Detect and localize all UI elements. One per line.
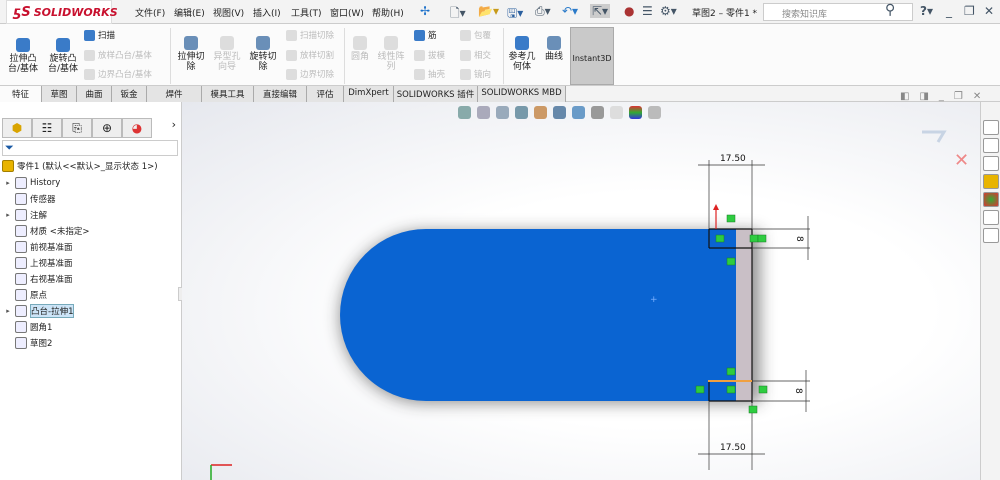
forum-icon[interactable] — [982, 228, 999, 243]
sketch-canvas: 17.50 17.50 8 8 + ✕ — [210, 130, 969, 480]
home-icon[interactable] — [982, 120, 999, 135]
file-explorer-icon[interactable] — [982, 156, 999, 171]
cancel-sketch-icon[interactable]: ✕ — [954, 150, 969, 171]
confirmation-corner[interactable]: ✕ — [922, 130, 969, 171]
view-palette-icon[interactable] — [982, 174, 999, 189]
triad-icon — [210, 464, 232, 480]
center-mark: + — [650, 295, 658, 305]
dimension-right-bottom[interactable]: 8 — [793, 388, 803, 394]
design-library-icon[interactable] — [982, 138, 999, 153]
sketch-region — [736, 229, 752, 401]
dimension-top[interactable]: 17.50 — [720, 154, 746, 164]
task-pane — [980, 102, 1000, 480]
dimension-right-top[interactable]: 8 — [794, 236, 804, 242]
appearances-icon[interactable] — [982, 192, 999, 207]
custom-properties-icon[interactable] — [982, 210, 999, 225]
sketch-origin — [713, 204, 719, 229]
part-body[interactable] — [340, 229, 736, 401]
dimension-bottom[interactable]: 17.50 — [720, 443, 746, 453]
